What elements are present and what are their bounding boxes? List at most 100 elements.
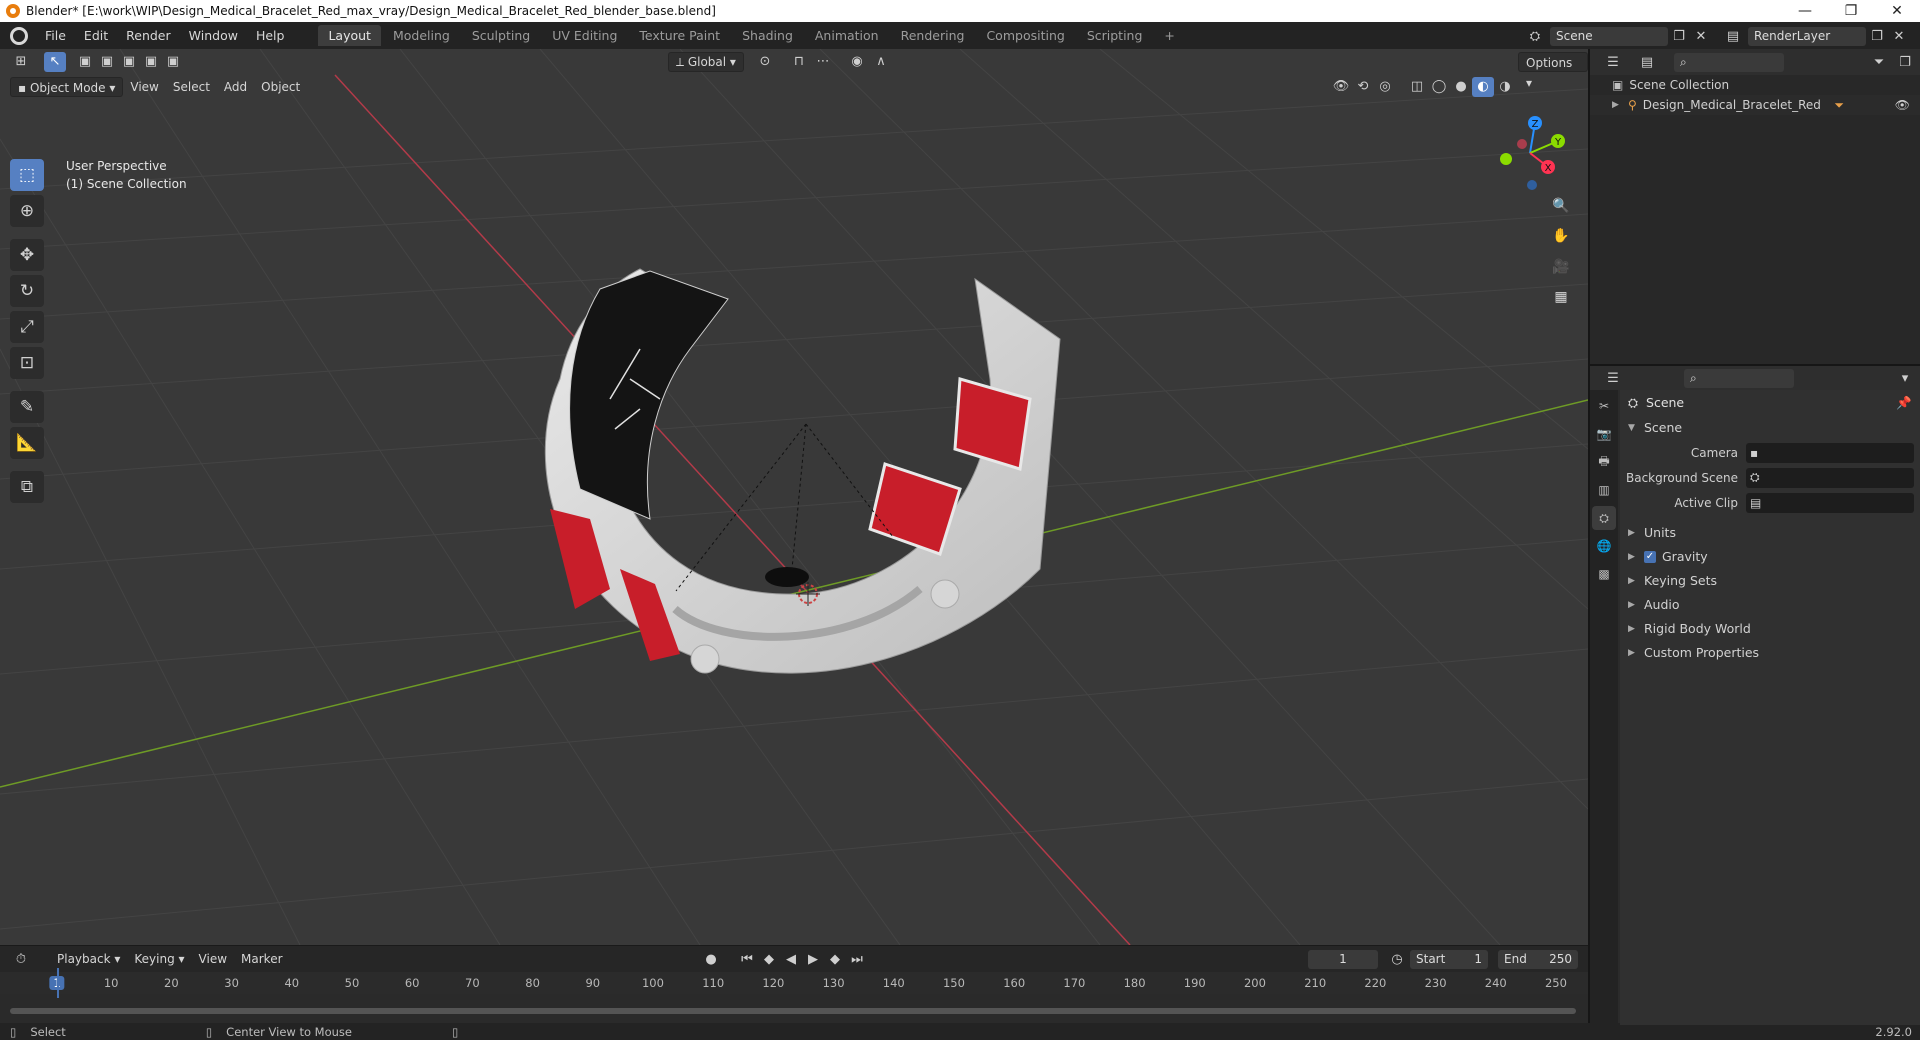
snap-target-icon[interactable]: ⋯ — [812, 52, 834, 72]
properties-search-input[interactable]: ⌕ — [1684, 368, 1794, 388]
snap-icon[interactable]: ⊓ — [788, 52, 810, 72]
viewport-menu-select[interactable]: Select — [166, 77, 217, 97]
outliner-item-row[interactable]: ▶ ⚲ Design_Medical_Bracelet_Red ⏷ 👁 — [1590, 95, 1920, 115]
tab-texture-icon[interactable]: ▩ — [1592, 562, 1616, 586]
tab-animation[interactable]: Animation — [805, 25, 889, 46]
prev-keyframe-icon[interactable]: ◆ — [758, 949, 780, 969]
timeline-editor-type-icon[interactable]: ⏱ — [10, 949, 32, 969]
restore-button[interactable]: ❐ — [1828, 0, 1874, 22]
eye-visibility-icon[interactable]: 👁 — [1895, 95, 1910, 115]
gizmo-toggle-icon[interactable]: ⟲ — [1352, 77, 1374, 97]
rigid-body-world-panel-header[interactable]: ▶ Rigid Body World — [1620, 617, 1920, 641]
bracelet-model[interactable] — [544, 268, 1061, 674]
minimize-button[interactable]: — — [1782, 0, 1828, 22]
tab-view-layer-icon[interactable]: ▥ — [1592, 478, 1616, 502]
cursor-tool-icon[interactable]: ⊕ — [10, 195, 44, 227]
shading-material-icon[interactable]: ◐ — [1472, 76, 1494, 97]
remove-layer-icon[interactable]: ✕ — [1888, 26, 1910, 46]
viewport-menu-view[interactable]: View — [123, 77, 165, 97]
gravity-panel-header[interactable]: ▶ ✓ Gravity — [1620, 545, 1920, 569]
options-dropdown[interactable]: Options ▾ — [1518, 51, 1588, 90]
tab-layout[interactable]: Layout — [318, 25, 381, 46]
record-icon[interactable]: ● — [700, 949, 722, 969]
tab-scene-icon[interactable]: ⛭ — [1592, 506, 1616, 530]
neg-y-axis-handle[interactable] — [1500, 153, 1512, 165]
timeline-ruler[interactable]: 1102030405060708090100110120130140150160… — [0, 972, 1588, 994]
new-scene-icon[interactable]: ❐ — [1668, 26, 1690, 46]
start-frame-field[interactable]: Start 1 — [1410, 949, 1488, 969]
select-mode-extend-icon[interactable]: ▣ — [96, 52, 118, 72]
editor-type-icon[interactable]: ⊞ — [10, 52, 32, 72]
shading-solid-icon[interactable]: ● — [1450, 77, 1472, 97]
playhead-line[interactable] — [57, 968, 59, 998]
timeline-body[interactable] — [0, 994, 1588, 1024]
pivot-point-icon[interactable]: ⊙ — [754, 52, 776, 72]
audio-panel-header[interactable]: ▶ Audio — [1620, 593, 1920, 617]
viewport-menu-object[interactable]: Object — [254, 77, 307, 97]
tab-output-icon[interactable]: 🖶 — [1592, 450, 1616, 474]
jump-start-icon[interactable]: ⏮ — [736, 949, 758, 969]
properties-editor-type-icon[interactable]: ☰ — [1602, 368, 1624, 388]
scene-panel-header[interactable]: ▼ Scene — [1620, 416, 1920, 440]
tab-texture-paint[interactable]: Texture Paint — [629, 25, 730, 46]
remove-scene-icon[interactable]: ✕ — [1690, 26, 1712, 46]
menu-window[interactable]: Window — [180, 22, 247, 49]
expand-arrow-icon[interactable]: ▶ — [1612, 95, 1622, 115]
active-clip-field[interactable]: ▤ — [1746, 492, 1914, 513]
shading-rendered-icon[interactable]: ◑ — [1494, 77, 1516, 97]
outliner-editor-type-icon[interactable]: ☰ — [1602, 52, 1624, 72]
scene-icon[interactable]: ⛭ — [1524, 26, 1546, 46]
timeline-menu-keying[interactable]: Keying ▾ — [127, 949, 191, 969]
transform-orientation-dropdown[interactable]: ⟂ Global ▾ — [668, 51, 744, 72]
blender-menu-icon[interactable] — [10, 26, 28, 45]
select-box-tool-icon[interactable]: ⬚ — [10, 159, 44, 191]
neg-x-axis-handle[interactable] — [1517, 139, 1527, 149]
scene-selector[interactable]: Scene — [1550, 26, 1668, 46]
new-layer-icon[interactable]: ❐ — [1866, 26, 1888, 46]
tab-modeling[interactable]: Modeling — [383, 25, 460, 46]
close-button[interactable]: ✕ — [1874, 0, 1920, 22]
timeline-menu-marker[interactable]: Marker — [234, 949, 289, 969]
gravity-checkbox[interactable]: ✓ — [1644, 551, 1656, 563]
tab-tool-icon[interactable]: ✂ — [1592, 394, 1616, 418]
tab-uv-editing[interactable]: UV Editing — [542, 25, 627, 46]
outliner-root-row[interactable]: ▣ Scene Collection — [1590, 75, 1920, 95]
mode-dropdown[interactable]: ▪ Object Mode ▾ — [10, 76, 124, 97]
timeline-menu-playback[interactable]: Playback ▾ — [50, 949, 127, 969]
tab-scripting[interactable]: Scripting — [1077, 25, 1153, 46]
rotate-tool-icon[interactable]: ↻ — [10, 275, 44, 307]
measure-tool-icon[interactable]: 📐 — [10, 427, 44, 459]
pin-icon[interactable]: 📌 — [1896, 390, 1912, 416]
add-cube-tool-icon[interactable]: ⧉ — [10, 471, 44, 503]
menu-help[interactable]: Help — [247, 22, 294, 49]
select-mode-new-icon[interactable]: ▣ — [74, 52, 96, 72]
annotate-tool-icon[interactable]: ✎ — [10, 391, 44, 423]
render-layer-selector[interactable]: RenderLayer — [1748, 26, 1866, 46]
orthographic-toggle-icon[interactable]: ▦ — [1548, 284, 1574, 310]
select-mode-intersect-icon[interactable]: ▣ — [162, 52, 184, 72]
visibility-icon[interactable]: 👁 — [1330, 77, 1352, 97]
play-reverse-icon[interactable]: ◀ — [780, 949, 802, 969]
tab-compositing[interactable]: Compositing — [976, 25, 1074, 46]
falloff-icon[interactable]: ∧ — [870, 52, 892, 72]
proportional-edit-icon[interactable]: ◉ — [846, 52, 868, 72]
tab-shading[interactable]: Shading — [732, 25, 803, 46]
menu-edit[interactable]: Edit — [75, 22, 117, 49]
timeline-menu-view[interactable]: View — [192, 949, 234, 969]
xray-icon[interactable]: ◫ — [1406, 77, 1428, 97]
background-scene-field[interactable]: ⛭ — [1746, 467, 1914, 488]
scale-tool-icon[interactable]: ⤢ — [10, 311, 44, 343]
navigation-gizmo[interactable]: Z Y X — [1490, 111, 1570, 201]
camera-field[interactable]: ▪ — [1746, 442, 1914, 463]
add-workspace-button[interactable]: + — [1154, 25, 1184, 46]
tab-render-icon[interactable]: 📷 — [1592, 422, 1616, 446]
tab-rendering[interactable]: Rendering — [891, 25, 975, 46]
custom-properties-panel-header[interactable]: ▶ Custom Properties — [1620, 641, 1920, 665]
tab-world-icon[interactable]: 🌐 — [1592, 534, 1616, 558]
current-frame-field[interactable]: 1 — [1308, 949, 1378, 969]
neg-z-axis-handle[interactable] — [1527, 180, 1537, 190]
select-mode-subtract-icon[interactable]: ▣ — [118, 52, 140, 72]
properties-options-icon[interactable]: ▾ — [1894, 368, 1916, 388]
play-icon[interactable]: ▶ — [802, 949, 824, 969]
menu-render[interactable]: Render — [117, 22, 180, 49]
